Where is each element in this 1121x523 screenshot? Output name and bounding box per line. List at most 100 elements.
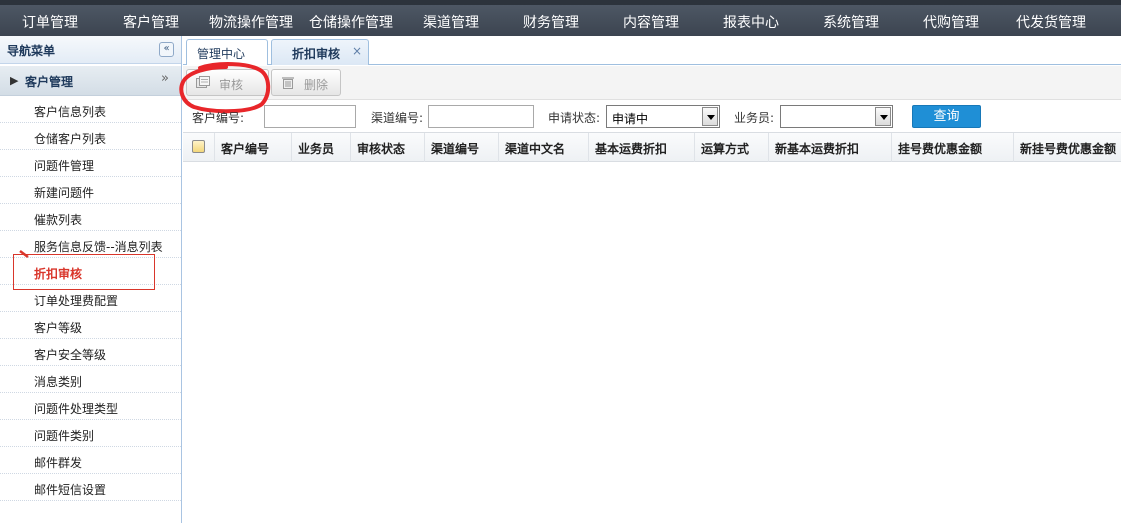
audit-button[interactable]: 审核 — [186, 69, 269, 96]
nav-logistics-operation[interactable]: 物流操作管理 — [209, 12, 293, 32]
top-nav-bar: 订单管理 客户管理 物流操作管理 仓储操作管理 渠道管理 财务管理 内容管理 报… — [0, 0, 1121, 36]
column-header-label: 渠道编号 — [431, 142, 480, 156]
document-stack-icon — [196, 76, 210, 88]
sidebar-group-label: 客户管理 — [25, 75, 74, 89]
sidebar-item-problem-category[interactable]: 问题件类别 — [0, 420, 181, 447]
column-header[interactable]: 新挂号费优惠金额 — [1014, 133, 1121, 162]
sidebar-item-message-category[interactable]: 消息类别 — [0, 366, 181, 393]
tab-management-center[interactable]: 管理中心 — [186, 39, 268, 65]
salesman-select[interactable] — [780, 105, 893, 128]
query-button[interactable]: 查询 — [912, 105, 981, 128]
column-header-label: 新基本运费折扣 — [775, 142, 860, 156]
nav-channel-management[interactable]: 渠道管理 — [423, 12, 479, 32]
nav-customer-management[interactable]: 客户管理 — [123, 12, 179, 32]
status-label: 申请状态: — [548, 111, 601, 125]
sidebar-item-customer-security-level[interactable]: 客户安全等级 — [0, 339, 181, 366]
sidebar-group-customer-management[interactable]: ▶ 客户管理 » — [0, 66, 181, 96]
sidebar-item-email-sms-settings[interactable]: 邮件短信设置 — [0, 474, 181, 501]
delete-button[interactable]: 删除 — [271, 69, 341, 96]
column-header[interactable]: 渠道中文名 — [499, 133, 589, 162]
toolbar: 审核 删除 — [183, 66, 1121, 100]
column-header-label: 新挂号费优惠金额 — [1020, 142, 1117, 156]
table-header: 客户编号 业务员 审核状态 渠道编号 渠道中文名 基本运费折扣 运算方式 新基本… — [183, 132, 1121, 162]
column-header-label: 渠道中文名 — [505, 142, 566, 156]
channel-code-input[interactable] — [428, 105, 534, 128]
sidebar-item-mass-email[interactable]: 邮件群发 — [0, 447, 181, 474]
column-header-label: 挂号费优惠金额 — [898, 142, 983, 156]
sidebar-item-payment-reminder-list[interactable]: 催款列表 — [0, 204, 181, 231]
nav-warehouse-operation[interactable]: 仓储操作管理 — [309, 12, 393, 32]
channel-code-label: 渠道编号: — [371, 111, 424, 125]
column-header-label: 基本运费折扣 — [595, 142, 668, 156]
tab-bar: 管理中心 折扣审核 × — [183, 36, 1121, 65]
sidebar-item-discount-review[interactable]: 折扣审核 — [0, 258, 181, 285]
sidebar-header: 导航菜单 « — [0, 36, 181, 64]
sidebar-item-feedback-message-list[interactable]: 服务信息反馈--消息列表 — [0, 231, 181, 258]
audit-button-label: 审核 — [219, 78, 244, 92]
nav-dropship-management[interactable]: 代发货管理 — [1016, 12, 1086, 32]
column-header-label: 客户编号 — [221, 142, 270, 156]
sidebar-item-customer-level[interactable]: 客户等级 — [0, 312, 181, 339]
nav-content-management[interactable]: 内容管理 — [623, 12, 679, 32]
sidebar-item-warehouse-customer-list[interactable]: 仓储客户列表 — [0, 123, 181, 150]
sidebar-title: 导航菜单 — [7, 44, 56, 58]
trash-icon — [282, 77, 294, 89]
sidebar-item-label: 客户安全等级 — [34, 348, 107, 362]
column-header-label: 运算方式 — [701, 142, 750, 156]
select-all-cell — [183, 133, 215, 162]
sidebar-item-problem-handling-type[interactable]: 问题件处理类型 — [0, 393, 181, 420]
column-header[interactable]: 基本运费折扣 — [589, 133, 695, 162]
dropdown-arrow-icon[interactable] — [702, 107, 718, 126]
column-header[interactable]: 客户编号 — [215, 133, 292, 162]
sidebar-item-label: 客户信息列表 — [34, 105, 107, 119]
status-select-value: 申请中 — [612, 112, 649, 126]
double-chevron-left-icon[interactable]: « — [159, 42, 174, 57]
status-select[interactable]: 申请中 — [606, 105, 720, 128]
column-header[interactable]: 审核状态 — [351, 133, 425, 162]
double-chevron-down-icon[interactable]: » — [161, 71, 169, 86]
sidebar-item-label: 邮件群发 — [34, 456, 83, 470]
column-header[interactable]: 渠道编号 — [425, 133, 499, 162]
nav-purchasing-management[interactable]: 代购管理 — [923, 12, 979, 32]
triangle-right-icon: ▶ — [10, 74, 19, 87]
sidebar-item-customer-info-list[interactable]: 客户信息列表 — [0, 96, 181, 123]
sidebar-item-label: 客户等级 — [34, 321, 83, 335]
column-header[interactable]: 业务员 — [292, 133, 351, 162]
search-bar: 客户编号: 渠道编号: 申请状态: 申请中 业务员: 查询 — [183, 100, 1121, 132]
sidebar-item-label: 订单处理费配置 — [34, 294, 119, 308]
sidebar-item-label: 催款列表 — [34, 213, 83, 227]
close-icon[interactable]: × — [352, 44, 362, 58]
sidebar-item-problem-parcel-management[interactable]: 问题件管理 — [0, 150, 181, 177]
column-header[interactable]: 新基本运费折扣 — [769, 133, 892, 162]
delete-button-label: 删除 — [304, 78, 329, 92]
column-header[interactable]: 挂号费优惠金额 — [892, 133, 1014, 162]
nav-report-center[interactable]: 报表中心 — [723, 12, 779, 32]
tab-label: 折扣审核 — [292, 47, 341, 61]
sidebar-item-label: 问题件管理 — [34, 159, 95, 173]
nav-finance-management[interactable]: 财务管理 — [523, 12, 579, 32]
sidebar-item-label: 新建问题件 — [34, 186, 95, 200]
sidebar-list: 客户信息列表 仓储客户列表 问题件管理 新建问题件 催款列表 服务信息反馈--消… — [0, 96, 181, 501]
sidebar-item-label: 服务信息反馈--消息列表 — [34, 240, 163, 254]
nav-order-management[interactable]: 订单管理 — [22, 12, 78, 32]
salesman-label: 业务员: — [734, 111, 775, 125]
select-all-checkbox[interactable] — [192, 140, 205, 153]
sidebar-item-order-fee-config[interactable]: 订单处理费配置 — [0, 285, 181, 312]
tab-label: 管理中心 — [197, 47, 246, 61]
dropdown-arrow-icon[interactable] — [875, 107, 891, 126]
sidebar-item-label: 消息类别 — [34, 375, 83, 389]
sidebar-item-new-problem-parcel[interactable]: 新建问题件 — [0, 177, 181, 204]
sidebar: 导航菜单 « ▶ 客户管理 » 客户信息列表 仓储客户列表 问题件管理 新建问题… — [0, 36, 182, 523]
column-header-label: 审核状态 — [357, 142, 406, 156]
sidebar-item-label: 问题件处理类型 — [34, 402, 119, 416]
customer-code-input[interactable] — [264, 105, 356, 128]
tab-discount-review[interactable]: 折扣审核 × — [271, 39, 369, 65]
column-header-label: 业务员 — [298, 142, 335, 156]
sidebar-item-label: 折扣审核 — [34, 267, 83, 281]
column-header[interactable]: 运算方式 — [695, 133, 769, 162]
sidebar-item-label: 问题件类别 — [34, 429, 95, 443]
sidebar-item-label: 邮件短信设置 — [34, 483, 107, 497]
customer-code-label: 客户编号: — [192, 111, 245, 125]
nav-system-management[interactable]: 系统管理 — [823, 12, 879, 32]
sidebar-item-label: 仓储客户列表 — [34, 132, 107, 146]
